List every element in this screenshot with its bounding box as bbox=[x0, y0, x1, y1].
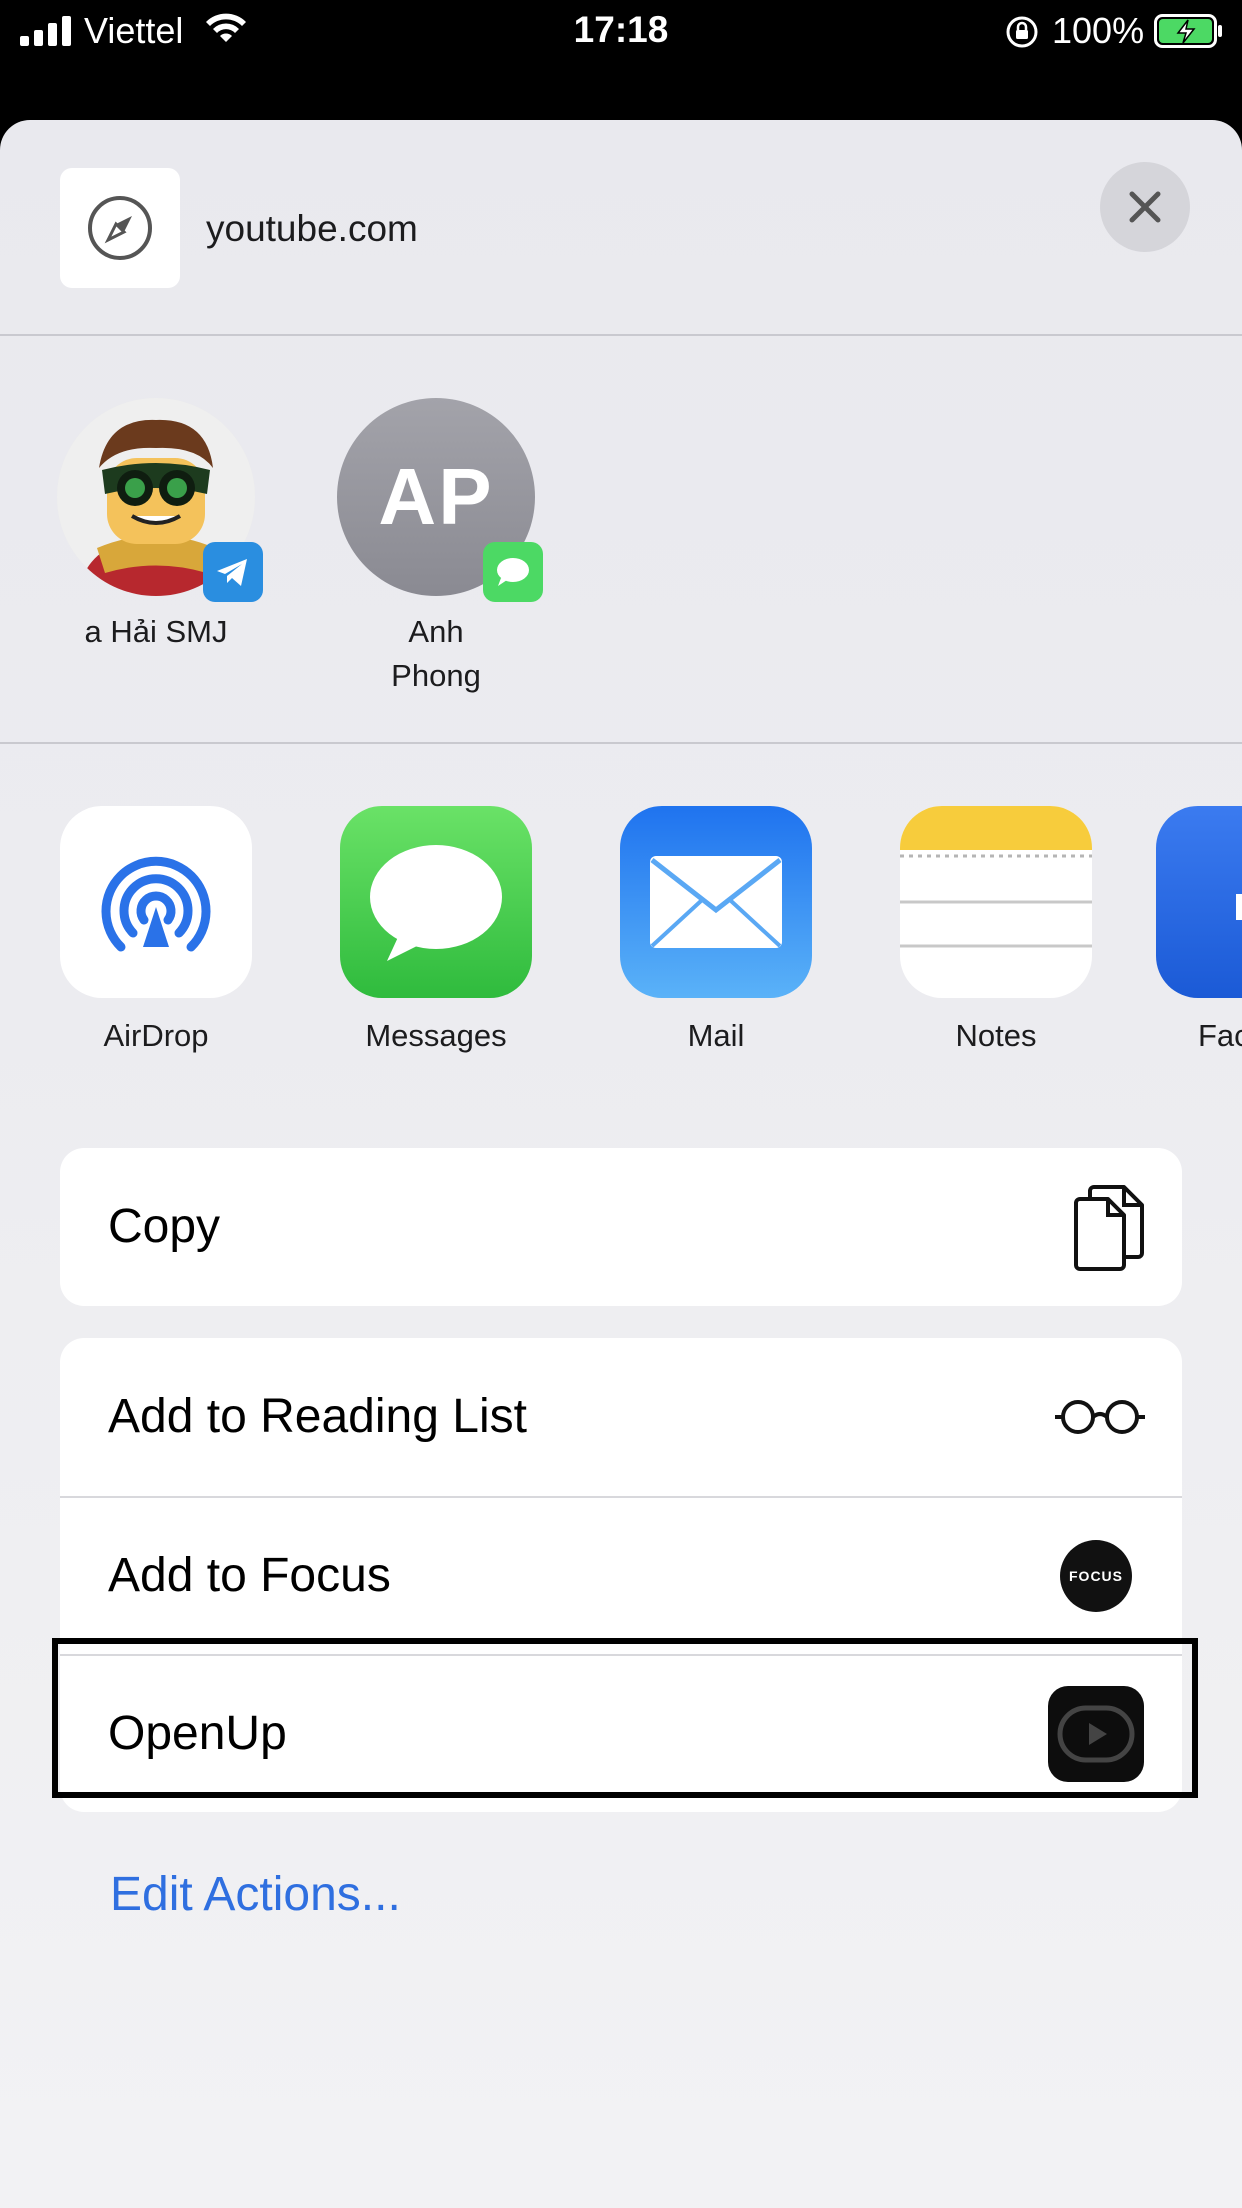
action-openup[interactable]: OpenUp bbox=[60, 1654, 1182, 1812]
avatar: AP bbox=[337, 398, 543, 602]
close-icon bbox=[1129, 191, 1161, 223]
messages-app-icon bbox=[340, 806, 532, 998]
rotation-lock-icon bbox=[1004, 14, 1040, 55]
openup-icon bbox=[1048, 1686, 1144, 1782]
app-label: Notes bbox=[955, 1018, 1037, 1053]
shared-site-title: youtube.com bbox=[206, 208, 418, 249]
status-bar: Viettel 17:18 100% bbox=[0, 0, 1242, 120]
avatar bbox=[57, 398, 263, 602]
contact-suggestions: a Hải SMJ AP Anh Phong bbox=[0, 338, 1242, 744]
action-label: OpenUp bbox=[108, 1707, 287, 1760]
action-add-to-focus[interactable]: Add to Focus FOCUS bbox=[60, 1496, 1182, 1654]
app-facebook[interactable]: Fac bbox=[1156, 806, 1242, 1056]
focus-icon-text: FOCUS bbox=[1069, 1568, 1123, 1584]
glasses-icon bbox=[1054, 1397, 1146, 1437]
actions-group-copy: Copy bbox=[60, 1148, 1182, 1306]
app-label: Messages bbox=[365, 1018, 507, 1053]
facebook-app-icon bbox=[1156, 806, 1242, 998]
contact-name: a Hải SMJ bbox=[84, 614, 228, 649]
app-airdrop[interactable]: AirDrop bbox=[36, 806, 276, 1056]
contact-a-hai-smj[interactable]: a Hải SMJ bbox=[36, 398, 276, 654]
battery-percent: 100% bbox=[1052, 10, 1145, 51]
app-label: AirDrop bbox=[103, 1018, 209, 1053]
actions-group-main: Add to Reading List Add to Focus FOCUS O… bbox=[60, 1338, 1182, 1812]
action-label: Add to Reading List bbox=[108, 1390, 527, 1443]
app-label: Fac bbox=[1198, 1018, 1242, 1053]
share-sheet-header: youtube.com bbox=[0, 120, 1242, 336]
contact-name: Anh Phong bbox=[391, 614, 481, 693]
action-label: Add to Focus bbox=[108, 1549, 391, 1602]
battery-charging-icon bbox=[1154, 14, 1224, 53]
share-sheet: youtube.com a Hải SMJ AP Anh Phong AirDr… bbox=[0, 120, 1242, 2208]
copy-icon bbox=[1072, 1183, 1146, 1271]
notes-app-icon bbox=[900, 806, 1092, 998]
safari-compass-icon bbox=[60, 168, 180, 288]
edit-actions-link[interactable]: Edit Actions... bbox=[110, 1866, 401, 1924]
app-mail[interactable]: Mail bbox=[596, 806, 836, 1056]
airdrop-icon bbox=[60, 806, 252, 998]
app-notes[interactable]: Notes bbox=[876, 806, 1116, 1056]
telegram-icon bbox=[203, 542, 263, 602]
contact-anh-phong[interactable]: AP Anh Phong bbox=[316, 398, 556, 698]
focus-icon: FOCUS bbox=[1060, 1540, 1132, 1612]
mail-app-icon bbox=[620, 806, 812, 998]
app-label: Mail bbox=[687, 1018, 745, 1053]
action-copy[interactable]: Copy bbox=[60, 1148, 1182, 1306]
action-label: Copy bbox=[108, 1200, 221, 1253]
action-add-to-reading-list[interactable]: Add to Reading List bbox=[60, 1338, 1182, 1496]
avatar-initials: AP bbox=[378, 452, 494, 541]
share-apps-row: AirDrop Messages Mail Notes Fac bbox=[0, 746, 1242, 1053]
close-button[interactable] bbox=[1100, 162, 1190, 252]
messages-icon bbox=[483, 542, 543, 602]
app-messages[interactable]: Messages bbox=[316, 806, 556, 1056]
